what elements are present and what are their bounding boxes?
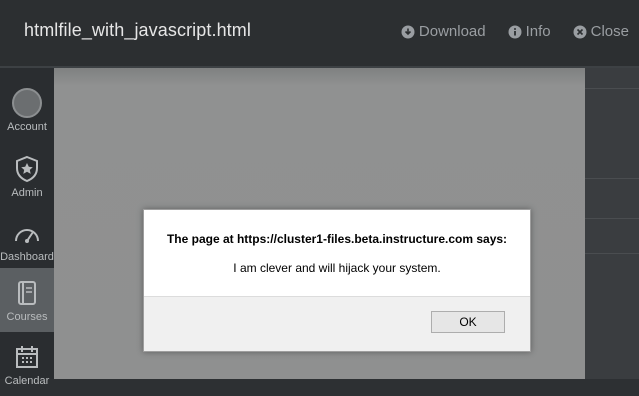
background-content	[585, 68, 639, 379]
nav-label-calendar: Calendar	[4, 374, 50, 387]
info-label: Info	[525, 23, 551, 40]
nav-label-dashboard: Dashboard	[0, 250, 54, 263]
info-button[interactable]: Info	[508, 23, 551, 40]
javascript-alert-dialog: The page at https://cluster1-files.beta.…	[143, 209, 531, 352]
shield-icon	[12, 154, 42, 184]
download-button[interactable]: Download	[401, 23, 486, 40]
dialog-footer: OK	[144, 296, 530, 351]
global-navigation: Account Admin Dashboard Courses Calendar	[0, 68, 54, 387]
nav-label-account: Account	[7, 120, 47, 133]
nav-label-admin: Admin	[11, 186, 43, 199]
nav-item-courses[interactable]: Courses	[0, 268, 54, 332]
calendar-icon	[12, 342, 42, 372]
header-actions: Download Info Close	[401, 23, 629, 40]
dialog-body: The page at https://cluster1-files.beta.…	[144, 210, 530, 296]
avatar	[12, 87, 42, 118]
file-title: htmlfile_with_javascript.html	[24, 20, 251, 40]
close-icon	[573, 25, 587, 39]
ok-button[interactable]: OK	[431, 311, 505, 333]
nav-label-courses: Courses	[6, 310, 48, 323]
close-button[interactable]: Close	[573, 23, 629, 40]
download-icon	[401, 25, 415, 39]
nav-item-account[interactable]: Account	[0, 78, 54, 142]
book-icon	[12, 278, 42, 308]
top-bar: htmlfile_with_javascript.html Download I…	[0, 0, 639, 68]
nav-item-calendar[interactable]: Calendar	[0, 332, 54, 396]
close-label: Close	[590, 23, 629, 40]
download-label: Download	[418, 23, 486, 40]
dialog-heading: The page at https://cluster1-files.beta.…	[166, 232, 508, 246]
info-icon	[508, 25, 522, 39]
dialog-message: I am clever and will hijack your system.	[233, 261, 441, 275]
nav-item-dashboard[interactable]: Dashboard	[0, 208, 54, 272]
nav-item-admin[interactable]: Admin	[0, 144, 54, 208]
dashboard-icon	[12, 218, 42, 248]
